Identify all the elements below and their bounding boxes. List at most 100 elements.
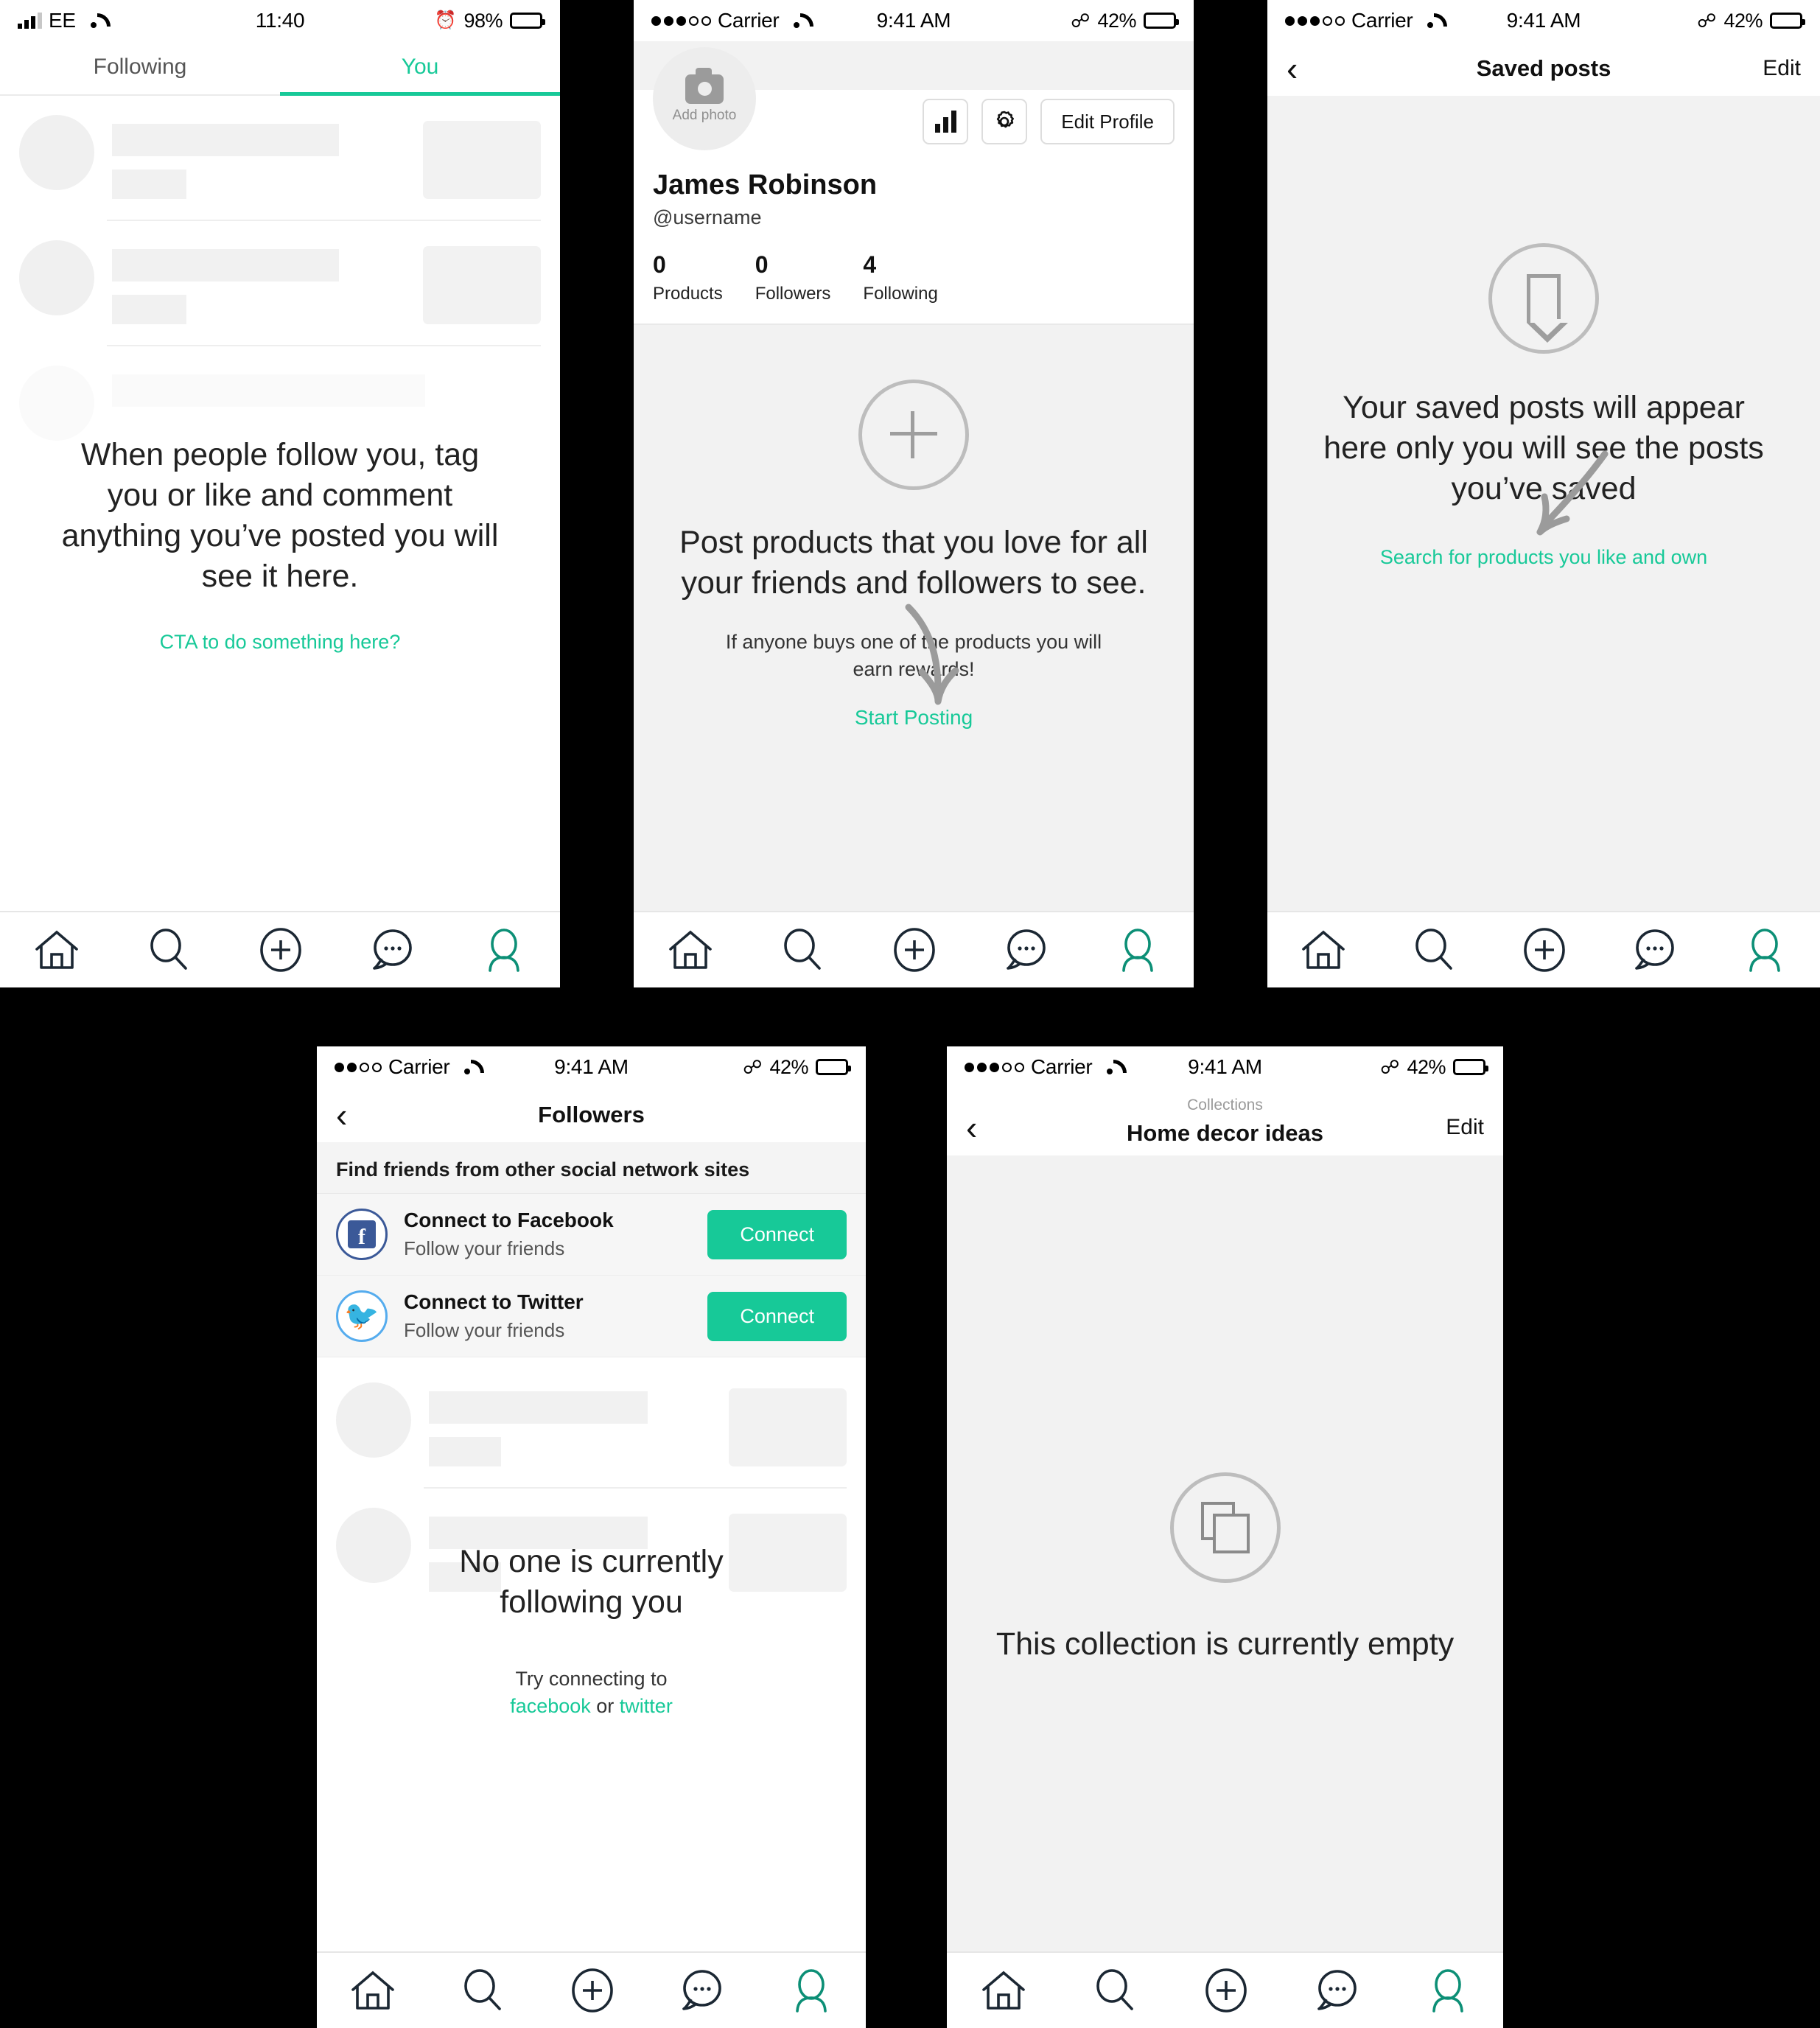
battery-percent: 42% (1097, 9, 1136, 32)
wifi-icon (456, 1059, 478, 1075)
tab-messages[interactable] (1632, 928, 1676, 972)
skeleton-avatar (19, 240, 94, 315)
status-bar: EE 11:40 ⏰ 98% (0, 0, 560, 41)
start-posting-link[interactable]: Start Posting (855, 706, 973, 730)
skeleton-row (317, 1357, 866, 1466)
stat-products[interactable]: 0 Products (653, 251, 723, 304)
status-right: ☍ 42% (1071, 9, 1179, 32)
skeleton-line-primary (112, 374, 425, 407)
tab-messages[interactable] (679, 1968, 724, 2013)
back-chevron-icon[interactable]: ‹ (1287, 52, 1323, 85)
tab-home[interactable] (350, 1969, 396, 2012)
tab-add-post[interactable] (259, 928, 302, 972)
tab-messages[interactable] (1315, 1968, 1359, 2013)
skeleton-avatar (336, 1382, 411, 1458)
stat-label: Followers (755, 284, 831, 304)
skeleton-lines (429, 1382, 729, 1466)
tab-home[interactable] (668, 929, 713, 971)
edit-button[interactable]: Edit (1446, 1115, 1484, 1140)
empty-subtitle: Try connecting to facebook or twitter (510, 1665, 673, 1719)
tab-add-post[interactable] (571, 1968, 614, 2013)
followers-body: No one is currently following you Try co… (317, 1357, 866, 1951)
gear-icon (997, 111, 1015, 128)
stat-following[interactable]: 4 Following (863, 251, 937, 304)
bluetooth-icon: ☍ (1071, 10, 1091, 32)
status-bar: Carrier 9:41 AM ☍ 42% (1267, 0, 1820, 41)
carrier-label: EE (49, 9, 76, 32)
profile-empty-body: Post products that you love for all your… (634, 325, 1194, 911)
breadcrumb: Collections (1187, 1097, 1263, 1113)
back-chevron-icon[interactable]: ‹ (966, 1111, 1003, 1144)
tab-add-post[interactable] (893, 928, 936, 972)
stat-value: 4 (863, 251, 877, 278)
tab-you[interactable]: You (280, 41, 560, 96)
stat-followers[interactable]: 0 Followers (755, 251, 831, 304)
twitter-link[interactable]: twitter (620, 1695, 673, 1717)
stats-button[interactable] (923, 99, 969, 144)
facebook-icon: f (336, 1209, 388, 1260)
tab-search[interactable] (1093, 1968, 1138, 2013)
tab-add-post[interactable] (1205, 1968, 1247, 2013)
empty-title: Your saved posts will appear here only y… (1323, 390, 1764, 507)
settings-button[interactable] (981, 99, 1028, 144)
phone-followers-screen: Carrier 9:41 AM ☍ 42% ‹ Followers Find f… (317, 1046, 866, 2028)
profile-header: Add photo Edit Profile James Robinson @u… (634, 41, 1194, 324)
edit-profile-button[interactable]: Edit Profile (1040, 99, 1175, 144)
tab-search[interactable] (1413, 928, 1457, 972)
screenshot-canvas: EE 11:40 ⏰ 98% Following You When people… (0, 0, 1820, 2028)
carrier-signal-dots-icon (1285, 15, 1345, 26)
stat-label: Following (863, 284, 938, 304)
add-photo-avatar[interactable]: Add photo (653, 47, 756, 150)
tab-home[interactable] (981, 1969, 1026, 2012)
tab-profile[interactable] (789, 1968, 833, 2013)
page-title: Home decor ideas (1126, 1120, 1324, 1146)
tab-search[interactable] (781, 928, 825, 972)
carrier-label: Carrier (718, 9, 780, 32)
profile-empty-state: Post products that you love for all your… (634, 380, 1194, 730)
tab-messages[interactable] (1004, 928, 1048, 972)
skeleton-lines (112, 115, 423, 199)
social-title: Connect to Twitter (404, 1290, 584, 1313)
nav-bar: ‹ Followers (317, 1088, 866, 1142)
facebook-link[interactable]: facebook (510, 1695, 591, 1717)
skeleton-line-primary (429, 1391, 648, 1424)
social-title: Connect to Facebook (404, 1209, 614, 1231)
signal-bars-icon (18, 13, 42, 29)
tab-home[interactable] (1301, 929, 1346, 971)
back-chevron-icon[interactable]: ‹ (336, 1098, 373, 1132)
social-text: Connect to Twitter Follow your friends (404, 1290, 691, 1342)
twitter-icon: 🐦 (336, 1290, 388, 1342)
skeleton-line-secondary (112, 169, 187, 199)
activity-cta-link[interactable]: CTA to do something here? (160, 631, 401, 654)
bottom-tab-bar (634, 911, 1194, 987)
tab-profile[interactable] (1116, 928, 1160, 972)
social-text: Connect to Facebook Follow your friends (404, 1209, 691, 1260)
skeleton-line-secondary (429, 1437, 501, 1466)
skeleton-lines (112, 240, 423, 324)
status-left: EE (18, 9, 105, 32)
skeleton-row (0, 221, 560, 324)
tab-profile[interactable] (1426, 1968, 1470, 2013)
tab-search[interactable] (147, 928, 192, 972)
skeleton-thumbnail (423, 121, 541, 199)
status-right: ☍ 42% (743, 1056, 851, 1079)
nav-bar: ‹ Saved posts Edit (1267, 41, 1820, 96)
carrier-signal-dots-icon (335, 1062, 382, 1072)
phone-collection-screen: Carrier 9:41 AM ☍ 42% ‹ Collections Home… (947, 1046, 1503, 2028)
tab-search[interactable] (461, 1968, 505, 2013)
tab-following[interactable]: Following (0, 41, 280, 94)
connect-facebook-button[interactable]: Connect (707, 1209, 847, 1259)
tab-messages[interactable] (370, 928, 414, 972)
connect-twitter-button[interactable]: Connect (707, 1291, 847, 1341)
tab-add-post[interactable] (1523, 928, 1566, 972)
tab-profile[interactable] (482, 928, 526, 972)
search-products-link[interactable]: Search for products you like and own (1380, 546, 1707, 569)
tab-profile[interactable] (1743, 928, 1787, 972)
skeleton-fade-overlay (0, 822, 560, 911)
empty-title: When people follow you, tag you or like … (61, 437, 499, 595)
battery-icon (1770, 13, 1805, 29)
stat-value: 0 (653, 251, 666, 278)
tab-home[interactable] (34, 929, 80, 971)
carrier-signal-dots-icon (965, 1062, 1024, 1072)
edit-button[interactable]: Edit (1763, 56, 1801, 81)
